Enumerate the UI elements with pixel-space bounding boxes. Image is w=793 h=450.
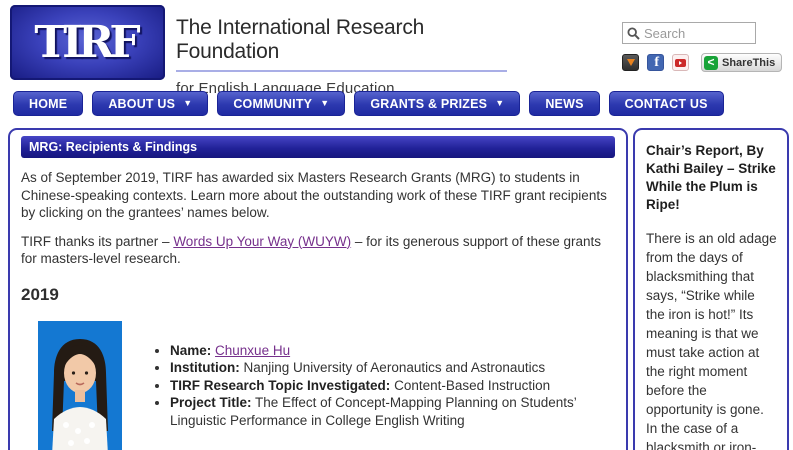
sharethis-icon: < [704, 56, 718, 70]
nav-grants-prizes[interactable]: GRANTS & PRIZES ▼ [354, 91, 520, 116]
fact-name: Name: Chunxue Hu [170, 342, 615, 360]
email-icon[interactable] [622, 54, 639, 71]
partner-paragraph: TIRF thanks its partner – Words Up Your … [21, 233, 615, 268]
site-title-block: The International Research Foundation fo… [176, 16, 516, 97]
tirf-logo[interactable]: TIRF [10, 5, 165, 80]
sidebar-panel: Chair’s Report, By Kathi Bailey – Strike… [633, 128, 789, 450]
chevron-down-icon: ▼ [495, 99, 504, 108]
search-input[interactable] [644, 26, 751, 41]
recipient-photo [38, 321, 122, 450]
recipient-name-link[interactable]: Chunxue Hu [215, 343, 290, 358]
chevron-down-icon: ▼ [183, 99, 192, 108]
recipient-row: Name: Chunxue Hu Institution: Nanjing Un… [21, 321, 615, 450]
tirf-logo-text: TIRF [34, 17, 140, 68]
year-heading: 2019 [21, 285, 615, 305]
nav-community[interactable]: COMMUNITY ▼ [217, 91, 345, 116]
facebook-icon[interactable]: f [647, 54, 664, 71]
fact-topic: TIRF Research Topic Investigated: Conten… [170, 377, 615, 395]
youtube-icon[interactable] [672, 54, 689, 71]
search-icon [627, 27, 640, 40]
sidebar-heading[interactable]: Chair’s Report, By Kathi Bailey – Strike… [646, 142, 777, 214]
main-nav: HOME ABOUT US ▼ COMMUNITY ▼ GRANTS & PRI… [13, 91, 724, 116]
wuyw-link[interactable]: Words Up Your Way (WUYW) [173, 234, 351, 249]
chevron-down-icon: ▼ [320, 99, 329, 108]
search-box[interactable] [622, 22, 756, 44]
fact-institution: Institution: Nanjing University of Aeron… [170, 359, 615, 377]
fact-project: Project Title: The Effect of Concept-Map… [170, 394, 615, 429]
site-title: The International Research Foundation [176, 16, 516, 64]
nav-contact-us[interactable]: CONTACT US [609, 91, 724, 116]
sidebar-body: There is an old adage from the days of b… [646, 229, 777, 450]
nav-about-us[interactable]: ABOUT US ▼ [92, 91, 208, 116]
main-content-panel: MRG: Recipients & Findings As of Septemb… [8, 128, 628, 450]
page-title: MRG: Recipients & Findings [21, 136, 615, 158]
intro-paragraph: As of September 2019, TIRF has awarded s… [21, 169, 615, 222]
recipient-facts: Name: Chunxue Hu Institution: Nanjing Un… [170, 342, 615, 450]
title-underline [176, 70, 507, 72]
social-icons-row: f < ShareThis [622, 53, 782, 72]
sharethis-button[interactable]: < ShareThis [701, 53, 782, 72]
nav-news[interactable]: NEWS [529, 91, 599, 116]
nav-home[interactable]: HOME [13, 91, 83, 116]
